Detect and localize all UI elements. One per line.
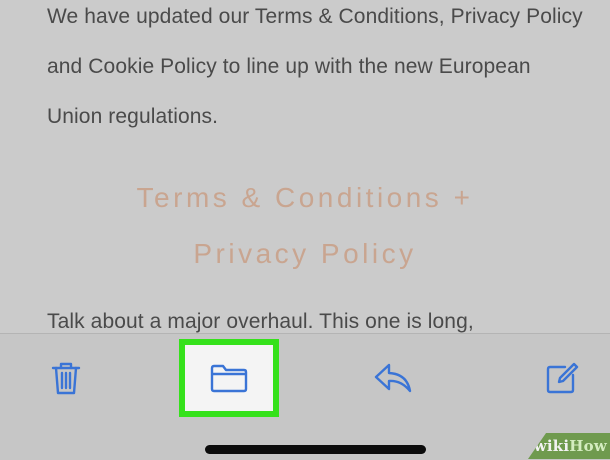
folder-icon — [210, 364, 248, 393]
watermark-text-b: How — [569, 437, 607, 455]
compose-button[interactable] — [540, 356, 584, 400]
home-indicator[interactable] — [205, 445, 426, 454]
promo-heading-line-2: Privacy Policy — [193, 238, 417, 269]
email-promo-heading: Terms & Conditions + Privacy Policy — [0, 170, 610, 282]
email-paragraph: Talk about a major overhaul. This one is… — [47, 310, 474, 333]
email-paragraph: We have updated our Terms & Conditions, … — [47, 5, 583, 128]
mail-toolbar — [0, 333, 610, 460]
promo-heading-line-1: Terms & Conditions + — [136, 182, 474, 213]
compose-icon — [546, 362, 579, 394]
trash-button[interactable] — [44, 356, 88, 400]
reply-button[interactable] — [371, 356, 415, 400]
trash-icon — [51, 362, 81, 395]
email-body: We have updated our Terms & Conditions, … — [0, 0, 610, 333]
move-to-folder-button[interactable] — [179, 339, 279, 417]
reply-icon — [374, 363, 412, 393]
